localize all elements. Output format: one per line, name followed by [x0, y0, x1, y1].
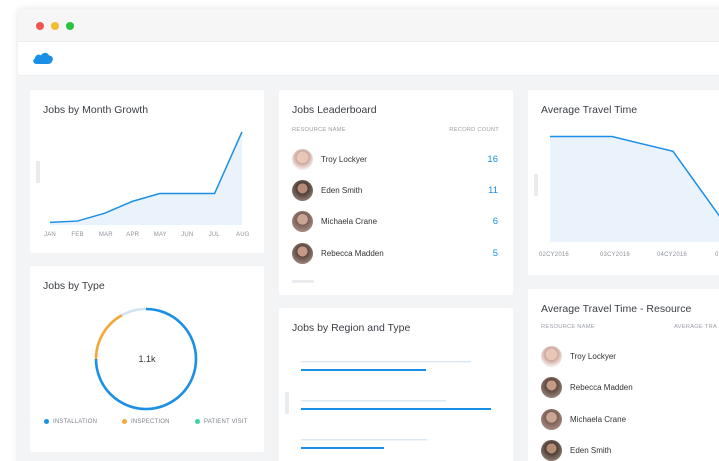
resource-row[interactable]: Troy Lockyer — [541, 346, 719, 368]
avatar — [292, 180, 313, 201]
legend-inspection[interactable]: INSPECTION — [122, 419, 170, 425]
jobs-leaderboard-card: Jobs Leaderboard RESOURCE NAME RECORD CO… — [279, 90, 513, 295]
resource-row[interactable]: Rebecca Madden — [541, 377, 719, 399]
legend-dot — [44, 419, 49, 424]
resource-name: Rebecca Madden — [321, 249, 384, 258]
column-header-resource[interactable]: RESOURCE NAME — [292, 127, 346, 133]
card-title: Average Travel Time - Resource — [541, 303, 692, 315]
avatar — [292, 149, 313, 170]
leaderboard-row[interactable]: Rebecca Madden 5 — [292, 243, 498, 265]
app-header — [18, 42, 719, 76]
bar-primary[interactable] — [301, 408, 491, 410]
travel-time-chart — [550, 135, 719, 242]
series-area — [550, 136, 719, 242]
month-growth-chart — [49, 131, 243, 225]
region-type-bar-chart — [301, 361, 491, 449]
leaderboard-row[interactable]: Michaela Crane 6 — [292, 211, 498, 233]
avatar — [292, 211, 313, 232]
donut-total-label: 1.1k — [138, 354, 156, 364]
x-tick-label: 04CY2016 — [657, 252, 687, 258]
jobs-by-region-card: Jobs by Region and Type — [279, 308, 513, 461]
avatar — [292, 243, 313, 264]
resource-name: Troy Lockyer — [321, 155, 367, 164]
bar-primary[interactable] — [301, 369, 426, 371]
cloud-logo-icon[interactable] — [32, 51, 54, 65]
leaderboard-row[interactable]: Troy Lockyer 16 — [292, 149, 498, 171]
legend-patient-visit[interactable]: PATIENT VISIT — [195, 419, 248, 425]
resource-name: Eden Smith — [570, 446, 612, 455]
x-tick-label: 03CY2016 — [600, 252, 630, 258]
card-title: Jobs Leaderboard — [292, 104, 377, 116]
window-titlebar — [18, 9, 719, 42]
resource-row[interactable]: Eden Smith — [541, 440, 719, 461]
resource-name: Michaela Crane — [321, 217, 378, 226]
column-header-avg[interactable]: AVERAGE TRA — [674, 324, 717, 330]
series-area — [50, 131, 242, 225]
legend-label: INSPECTION — [131, 419, 170, 426]
close-window-button[interactable] — [36, 22, 44, 30]
legend-label: INSTALLATION — [53, 419, 98, 426]
avatar — [541, 409, 562, 430]
column-header-resource[interactable]: RESOURCE NAME — [541, 324, 595, 330]
resource-row[interactable]: Michaela Crane — [541, 409, 719, 431]
record-count: 5 — [492, 248, 498, 259]
resource-name: Rebecca Madden — [570, 383, 633, 392]
bar-light[interactable] — [301, 400, 446, 402]
legend-installation[interactable]: INSTALLATION — [44, 419, 97, 425]
avg-travel-resource-card: Average Travel Time - Resource RESOURCE … — [528, 289, 719, 461]
minimize-window-button[interactable] — [51, 22, 59, 30]
avatar — [541, 377, 562, 398]
x-tick-label: AUG — [236, 232, 250, 238]
donut-slice-inspection[interactable] — [94, 314, 123, 360]
legend-dot — [195, 419, 200, 424]
x-tick-label: MAY — [153, 232, 167, 238]
resource-name: Michaela Crane — [570, 415, 627, 424]
x-tick-label: JUN — [181, 232, 194, 238]
bar-primary[interactable] — [301, 447, 384, 449]
legend-dot — [122, 419, 127, 424]
x-tick-label: 0 — [715, 252, 719, 258]
list-scroll-handle[interactable] — [292, 280, 314, 283]
x-tick-label: FEB — [71, 232, 84, 238]
donut-slice-patient-visit[interactable] — [121, 307, 147, 317]
zoom-window-button[interactable] — [66, 22, 74, 30]
resource-name: Troy Lockyer — [570, 352, 616, 361]
avg-travel-time-card: Average Travel Time 02CY2016 03CY2016 04… — [528, 90, 719, 275]
column-header-count[interactable]: RECORD COUNT — [449, 127, 499, 133]
record-count: 11 — [488, 185, 498, 196]
avatar — [541, 346, 562, 367]
record-count: 6 — [492, 216, 498, 227]
avatar — [541, 440, 562, 461]
legend-label: PATIENT VISIT — [204, 419, 248, 426]
bar-light[interactable] — [301, 361, 471, 363]
bar-light[interactable] — [301, 439, 427, 441]
x-tick-label: 02CY2016 — [539, 252, 569, 258]
x-tick-label: APR — [126, 232, 140, 238]
jobs-by-month-card: Jobs by Month Growth JAN FEB MAR APR MAY JUN J… — [30, 90, 264, 253]
leaderboard-row[interactable]: Eden Smith 11 — [292, 180, 498, 202]
record-count: 16 — [487, 154, 498, 165]
x-tick-label: JAN — [44, 232, 56, 238]
x-tick-label: JUL — [208, 232, 220, 238]
resource-name: Eden Smith — [321, 186, 363, 195]
x-tick-label: MAR — [98, 232, 113, 238]
